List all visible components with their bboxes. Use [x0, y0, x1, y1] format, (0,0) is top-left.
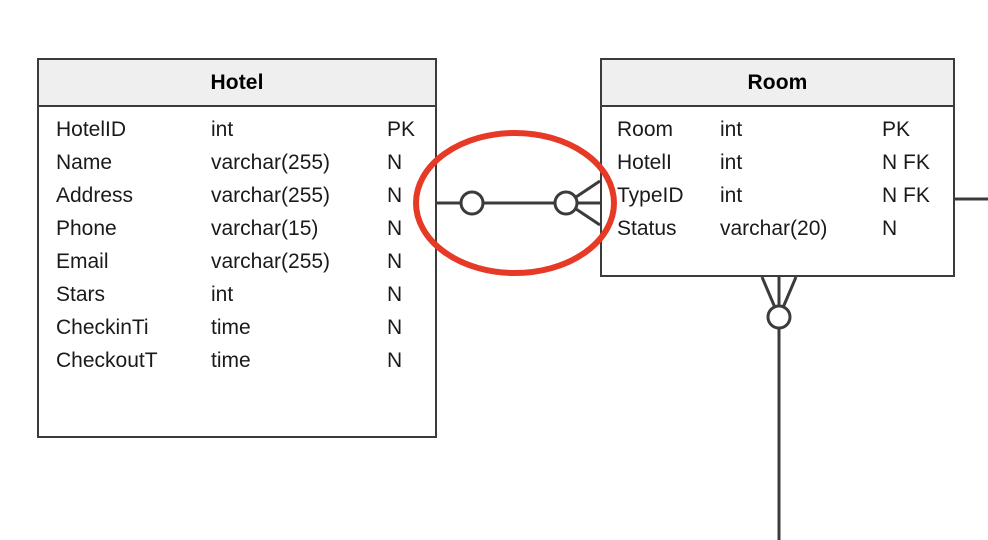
- attribute-name: Name: [56, 151, 113, 174]
- attribute-row[interactable]: CheckinTi time N: [39, 311, 435, 344]
- attribute-type: int: [720, 118, 743, 141]
- relationship-hotel-room[interactable]: [437, 179, 601, 227]
- attribute-type: varchar(15): [211, 217, 319, 240]
- attribute-type: time: [211, 316, 251, 339]
- attribute-name: CheckinTi: [56, 316, 149, 339]
- attribute-type: int: [720, 184, 743, 207]
- entity-attributes-hotel: HotelID int PK Name varchar(255) N Addre…: [39, 107, 435, 377]
- attribute-row[interactable]: Phone varchar(15) N: [39, 212, 435, 245]
- attribute-type: time: [211, 349, 251, 372]
- attribute-type: varchar(255): [211, 184, 331, 207]
- attribute-key: N: [387, 316, 403, 339]
- attribute-key: N: [387, 283, 403, 306]
- attribute-name: Phone: [56, 217, 117, 240]
- attribute-row[interactable]: Room int PK: [602, 113, 953, 146]
- attribute-row[interactable]: TypeID int N FK: [602, 179, 953, 212]
- cardinality-zero-circle-room-side: [553, 190, 579, 216]
- entity-title-room: Room: [602, 60, 953, 107]
- cardinality-zero-circle-hotel-side: [459, 190, 485, 216]
- attribute-row[interactable]: Address varchar(255) N: [39, 179, 435, 212]
- attribute-name: Room: [617, 118, 674, 141]
- attribute-type: varchar(255): [211, 151, 331, 174]
- attribute-row[interactable]: CheckoutT time N: [39, 344, 435, 377]
- attribute-type: varchar(255): [211, 250, 331, 273]
- attribute-key: PK: [387, 118, 416, 141]
- entity-table-hotel[interactable]: Hotel HotelID int PK Name varchar(255) N…: [37, 58, 437, 438]
- attribute-row[interactable]: HotelI int N FK: [602, 146, 953, 179]
- attribute-row[interactable]: Email varchar(255) N: [39, 245, 435, 278]
- attribute-name: Email: [56, 250, 109, 273]
- attribute-key: N: [387, 184, 403, 207]
- attribute-row[interactable]: Stars int N: [39, 278, 435, 311]
- attribute-name: HotelID: [56, 118, 127, 141]
- attribute-type: int: [211, 118, 234, 141]
- attribute-row[interactable]: HotelID int PK: [39, 113, 435, 146]
- entity-attributes-room: Room int PK HotelI int N FK TypeID int N…: [602, 107, 953, 245]
- attribute-key: N: [387, 349, 403, 372]
- attribute-name: Status: [617, 217, 677, 240]
- attribute-type: int: [211, 283, 234, 306]
- attribute-key: N FK: [882, 184, 930, 207]
- relationship-room-bottom[interactable]: [760, 276, 798, 540]
- attribute-name: Stars: [56, 283, 106, 306]
- entity-table-room[interactable]: Room Room int PK HotelI int N FK TypeID …: [600, 58, 955, 277]
- cardinality-zero-circle-room-bottom: [766, 304, 792, 330]
- entity-title-hotel: Hotel: [39, 60, 435, 107]
- attribute-type: varchar(20): [720, 217, 828, 240]
- attribute-row[interactable]: Status varchar(20) N: [602, 212, 953, 245]
- attribute-key: N: [387, 217, 403, 240]
- attribute-key: N: [387, 151, 403, 174]
- attribute-name: CheckoutT: [56, 349, 158, 372]
- attribute-key: N: [882, 217, 898, 240]
- er-diagram-canvas: Hotel HotelID int PK Name varchar(255) N…: [0, 0, 988, 540]
- attribute-name: Address: [56, 184, 134, 207]
- attribute-key: PK: [882, 118, 911, 141]
- attribute-row[interactable]: Name varchar(255) N: [39, 146, 435, 179]
- attribute-name: HotelI: [617, 151, 672, 174]
- attribute-key: N FK: [882, 151, 930, 174]
- attribute-name: TypeID: [617, 184, 684, 207]
- attribute-key: N: [387, 250, 403, 273]
- attribute-type: int: [720, 151, 743, 174]
